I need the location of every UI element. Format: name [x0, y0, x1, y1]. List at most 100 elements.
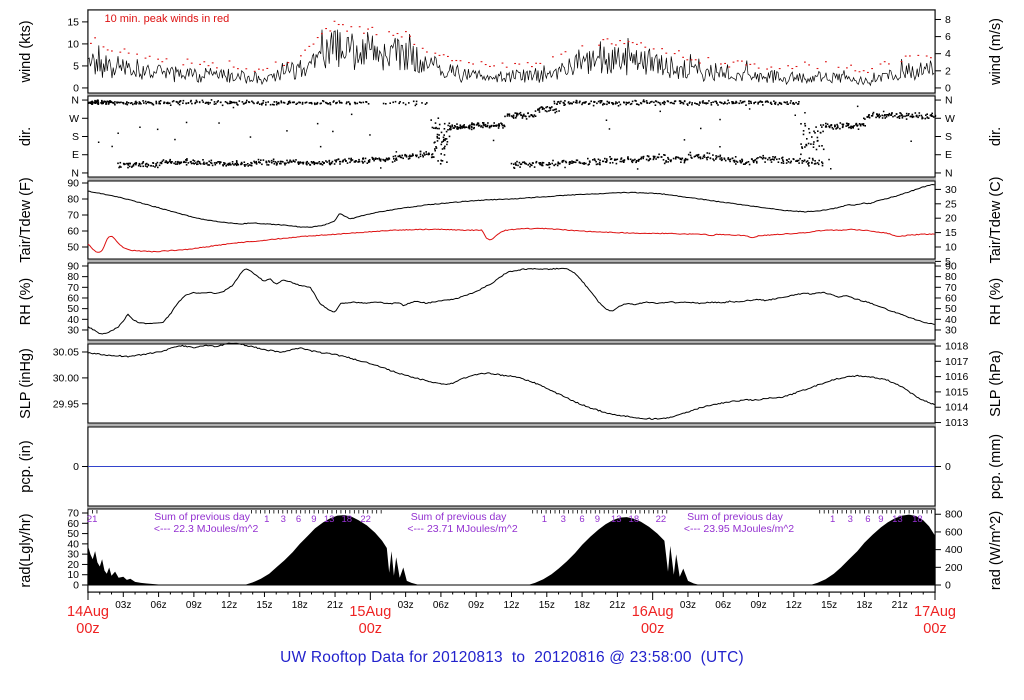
dir-dot: [322, 100, 325, 103]
dir-dot: [132, 103, 134, 106]
dir-dot: [515, 164, 517, 166]
cum-energy-label: 1: [264, 514, 269, 525]
dir-dot: [538, 109, 541, 111]
dir-dot: [706, 102, 709, 104]
dir-dot: [934, 114, 937, 117]
dir-dot: [335, 159, 338, 161]
dir-dot: [760, 101, 763, 103]
dir-dot: [541, 108, 544, 110]
peak-wind-dot: [342, 24, 344, 26]
peak-wind-dot: [615, 44, 617, 46]
dir-dot: [715, 156, 718, 159]
peak-wind-dot: [862, 70, 865, 72]
right-tick-label: 1014: [945, 402, 969, 414]
dir-dot: [801, 160, 803, 162]
axis-title-right-rad: rad (W/m^2): [988, 511, 1004, 590]
dir-dot: [277, 160, 279, 163]
cum-energy-label: 18: [342, 514, 353, 525]
dir-dot: [710, 104, 713, 106]
dir-dot: [152, 104, 155, 106]
dir-dot: [266, 164, 268, 166]
dir-dot: [786, 101, 788, 103]
hour-label: 15z: [821, 600, 837, 611]
peak-wind-dot: [316, 37, 319, 39]
dir-dot: [572, 101, 575, 103]
dir-dot: [498, 123, 500, 125]
dir-dot: [634, 158, 636, 161]
dir-dot: [845, 125, 847, 127]
peak-wind-dot: [337, 23, 340, 26]
dir-dot: [746, 161, 748, 164]
dir-dot: [328, 160, 330, 162]
dir-dot: [244, 102, 247, 104]
dir-dot: [782, 160, 785, 163]
axis-title-right-dir: dir.: [988, 127, 1004, 146]
dir-dot: [471, 122, 473, 124]
dir-dot: [857, 128, 860, 130]
dir-dot: [888, 112, 891, 115]
dir-dot: [119, 161, 122, 164]
dir-dot: [613, 159, 616, 161]
dir-dot: [433, 127, 435, 129]
dir-dot: [436, 127, 439, 130]
dir-dot: [388, 157, 390, 159]
left-tick-label: 30: [67, 324, 79, 336]
dir-dot: [753, 159, 756, 162]
dir-dot: [659, 110, 661, 113]
dir-dot: [680, 161, 682, 163]
dir-dot: [155, 163, 157, 165]
dir-dot: [674, 100, 677, 102]
dir-dot: [392, 155, 395, 158]
dir-dot: [517, 113, 519, 116]
dir-dot: [376, 158, 379, 160]
cum-energy-label: 22: [360, 514, 371, 525]
sum-annotation-line2: <--- 22.3 MJoules/m^2: [154, 523, 259, 535]
hour-label: 21z: [892, 600, 908, 611]
dir-dot: [260, 159, 262, 161]
dir-dot: [394, 160, 396, 162]
peak-wind-dot: [350, 26, 353, 28]
dir-dot: [493, 122, 495, 124]
dir-dot: [871, 115, 874, 117]
dir-dot: [884, 114, 886, 117]
dir-dot: [492, 124, 495, 127]
panel-dir: [82, 95, 941, 178]
dir-dot: [514, 162, 517, 164]
dir-dot: [434, 148, 436, 150]
dir-dot: [150, 164, 152, 167]
dir-dot: [394, 155, 397, 157]
dir-dot: [525, 163, 528, 165]
dir-dot: [280, 100, 282, 102]
dir-dot: [602, 160, 605, 163]
dir-dot: [278, 102, 280, 105]
dir-dot: [438, 123, 441, 126]
cum-energy-label: 22: [656, 514, 667, 525]
dir-dot: [287, 102, 290, 105]
dir-dot: [316, 122, 319, 125]
peak-wind-dot: [644, 46, 647, 48]
dir-dot: [625, 103, 627, 106]
dir-dot: [408, 157, 411, 160]
right-tick-label: E: [945, 149, 952, 161]
dir-dot: [468, 127, 471, 130]
dir-dot: [502, 127, 504, 129]
dir-dot: [728, 102, 730, 104]
dir-dot: [127, 102, 130, 104]
peak-wind-dot: [795, 65, 798, 68]
dir-dot: [748, 100, 750, 102]
dir-dot: [235, 164, 238, 167]
dir-dot: [638, 104, 640, 106]
dir-dot: [846, 122, 848, 125]
dir-dot: [298, 162, 301, 164]
dir-dot: [114, 101, 116, 103]
dir-dot: [400, 156, 403, 159]
dir-dot: [689, 151, 692, 154]
dir-dot: [735, 163, 737, 165]
dir-dot: [276, 102, 279, 105]
dir-dot: [210, 162, 213, 165]
dir-dot: [358, 101, 361, 103]
dir-dot: [747, 161, 750, 163]
dir-dot: [472, 127, 475, 130]
panel-rh: [82, 262, 941, 341]
peak-wind-dot: [119, 51, 122, 53]
